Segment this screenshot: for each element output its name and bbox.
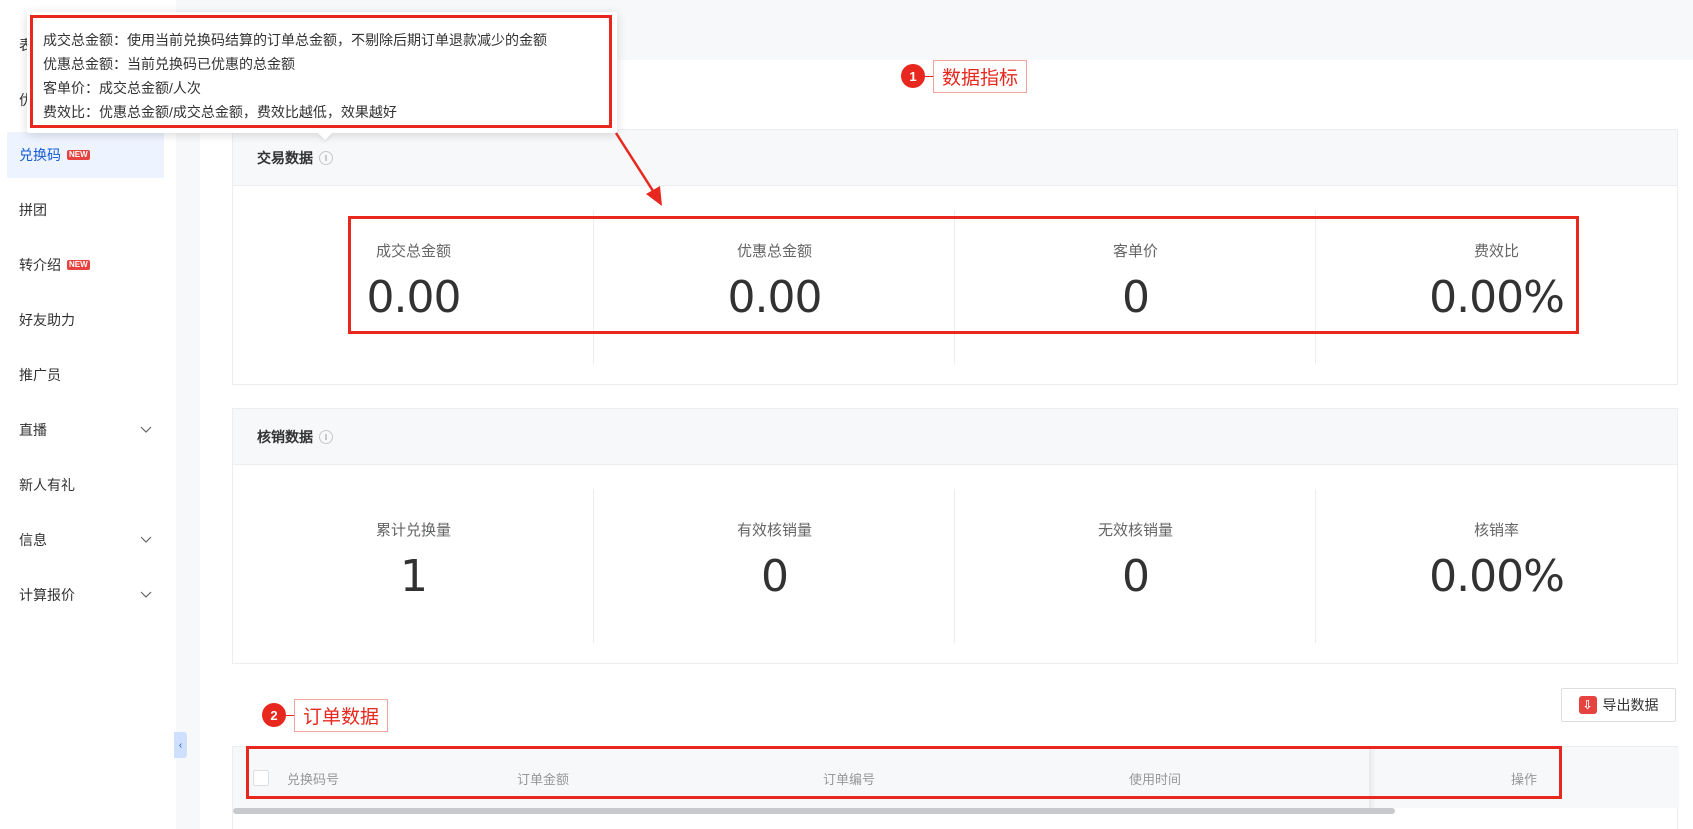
callout-label-2: 订单数据 xyxy=(294,699,389,732)
card-title: 交易数据 xyxy=(257,149,313,166)
horizontal-scrollbar[interactable] xyxy=(233,808,1395,814)
callout-number-1: 1 xyxy=(901,64,925,88)
sidebar-item-referral[interactable]: 转介绍 NEW xyxy=(7,242,164,288)
sidebar-item-label: 拼团 xyxy=(19,202,47,218)
verify-data-card: 核销数据 累计兑换量 1 有效核销量 0 无效核销量 0 核销率 0.00% xyxy=(232,408,1678,664)
metric-invalid-verified: 无效核销量 0 xyxy=(955,465,1316,643)
metric-total-redeemed: 累计兑换量 1 xyxy=(233,465,594,643)
chevron-down-icon xyxy=(140,426,152,433)
card-header: 核销数据 xyxy=(233,409,1677,465)
info-icon[interactable] xyxy=(319,429,333,444)
sidebar-item-label: 直播 xyxy=(19,422,47,438)
callout-connector xyxy=(925,76,933,77)
sidebar-item-friend-help[interactable]: 好友助力 xyxy=(7,297,164,343)
export-data-button[interactable]: ⇩ 导出数据 xyxy=(1561,688,1676,722)
metric-label: 累计兑换量 xyxy=(375,522,451,539)
sidebar-item-label: 新人有礼 xyxy=(19,477,75,493)
sidebar-item-label: 推广员 xyxy=(19,367,61,383)
card-header: 交易数据 xyxy=(233,130,1677,186)
metric-label: 无效核销量 xyxy=(1097,522,1173,539)
metric-verify-rate: 核销率 0.00% xyxy=(1316,465,1677,619)
metric-label: 核销率 xyxy=(1473,522,1519,539)
chevron-down-icon xyxy=(140,591,152,598)
sidebar-item-info[interactable]: 信息 xyxy=(7,517,164,563)
info-icon[interactable] xyxy=(319,150,333,165)
sidebar-item-label: 转介绍 xyxy=(19,257,61,273)
metric-value: 0.00% xyxy=(1429,551,1565,602)
metric-label: 有效核销量 xyxy=(736,522,812,539)
annotation-box-metrics xyxy=(348,216,1579,334)
chevron-down-icon xyxy=(140,536,152,543)
sidebar-item-promoter[interactable]: 推广员 xyxy=(7,352,164,398)
sidebar-item-label: 好友助力 xyxy=(19,312,75,328)
sidebar-item-label: 计算报价 xyxy=(19,587,75,603)
metric-valid-verified: 有效核销量 0 xyxy=(594,465,955,643)
new-badge: NEW xyxy=(67,150,90,160)
sidebar-item-new-user-gift[interactable]: 新人有礼 xyxy=(7,462,164,508)
sidebar-item-group-buy[interactable]: 拼团 xyxy=(7,187,164,233)
sidebar-item-live[interactable]: 直播 xyxy=(7,407,164,453)
callout-connector xyxy=(286,715,294,716)
metric-value: 1 xyxy=(400,551,428,602)
metric-value: 0 xyxy=(1122,551,1150,602)
metric-row: 累计兑换量 1 有效核销量 0 无效核销量 0 核销率 0.00% xyxy=(233,465,1677,665)
annotation-arrow xyxy=(614,132,662,206)
export-label: 导出数据 xyxy=(1602,697,1659,713)
sidebar-collapse-handle[interactable]: ‹ xyxy=(174,732,187,758)
sidebar-item-label: 信息 xyxy=(19,532,47,548)
sidebar-item-redeem-code[interactable]: 兑换码 NEW xyxy=(7,132,164,178)
callout-label-1: 数据指标 xyxy=(933,60,1028,93)
metric-value: 0 xyxy=(761,551,789,602)
card-title: 核销数据 xyxy=(257,428,313,445)
annotation-box-tooltip xyxy=(30,15,612,128)
sidebar-item-label: 兑换码 xyxy=(19,147,61,163)
annotation-box-table-header xyxy=(246,746,1562,799)
new-badge: NEW xyxy=(67,260,90,270)
sidebar-item-quote[interactable]: 计算报价 xyxy=(7,572,164,618)
callout-number-2: 2 xyxy=(262,703,286,727)
export-icon: ⇩ xyxy=(1578,696,1597,714)
